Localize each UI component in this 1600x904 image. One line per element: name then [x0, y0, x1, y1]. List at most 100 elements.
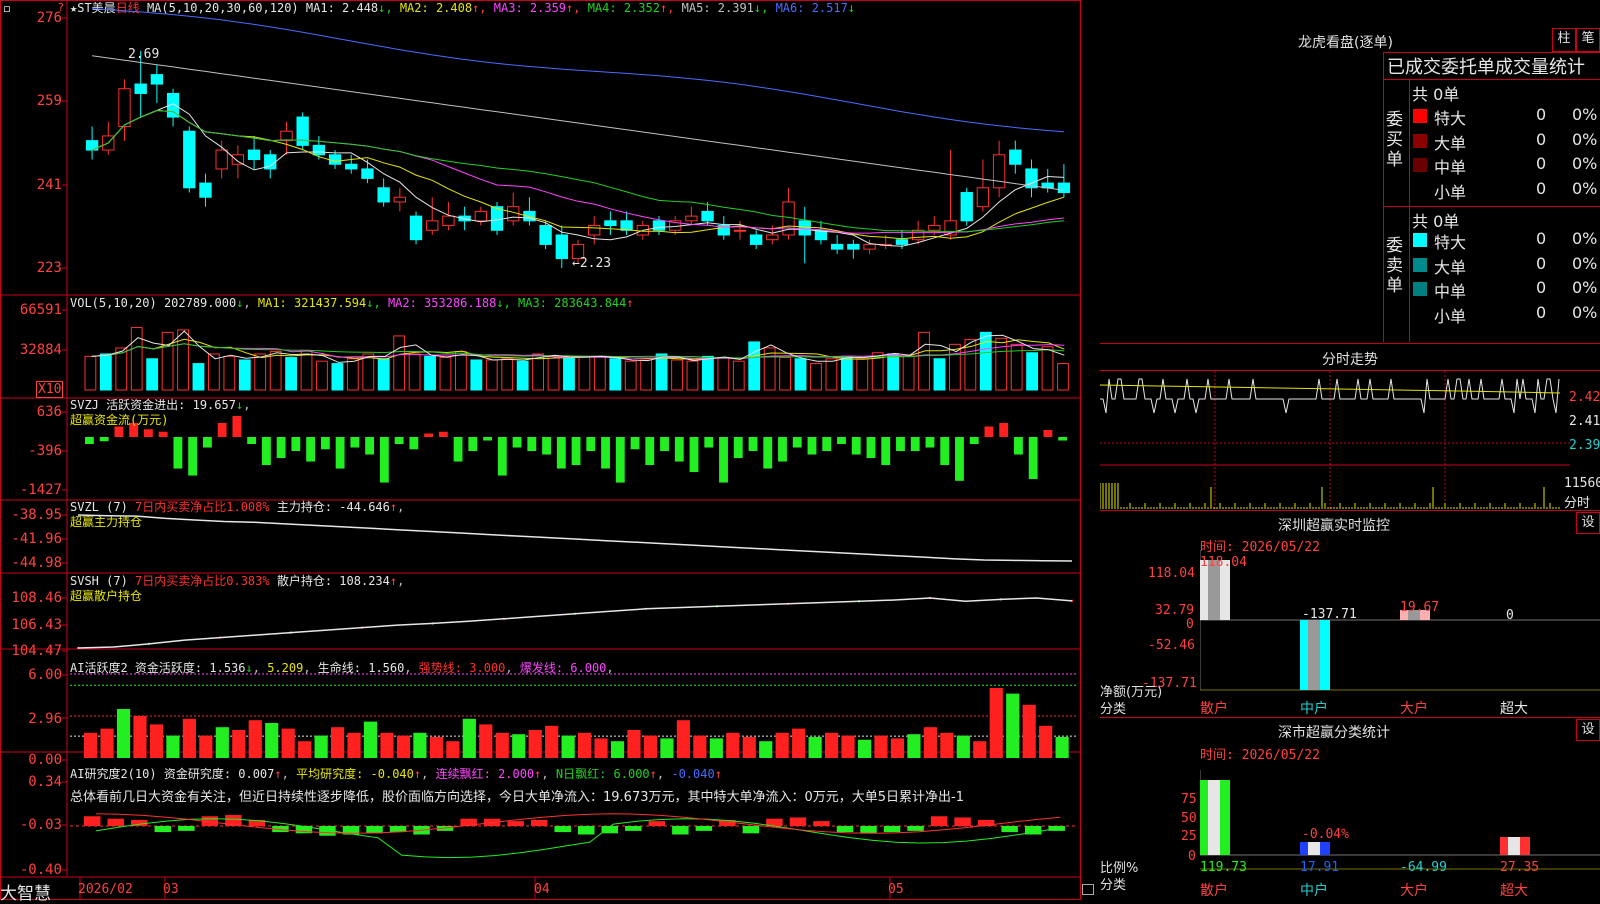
vol-label: VOL(5,10,20) — [70, 296, 157, 310]
capital-flow-bar — [822, 437, 832, 452]
activity-bar — [166, 735, 180, 758]
activity-bar — [281, 728, 295, 758]
activity-bar — [594, 738, 608, 758]
activity-bar — [643, 735, 658, 758]
monitor-y-4: -52.46 — [1148, 638, 1195, 653]
tick-view-button[interactable]: 笔 — [1576, 28, 1600, 52]
ai2-nday: N日飘红: 6.000 — [555, 767, 650, 781]
monitor-category-2: 中户 — [1300, 701, 1328, 717]
candle-body — [928, 225, 941, 231]
sell-row-pct-3: 0% — [1572, 278, 1598, 297]
svsh-label: SVSH (7) — [70, 574, 128, 588]
volume-bar — [238, 359, 251, 391]
volume-bar — [254, 353, 267, 391]
vol-y-2: 32884 — [19, 342, 62, 358]
candle-body — [992, 154, 1006, 189]
buy-row-swatch-2 — [1413, 133, 1427, 148]
monitor-category-4: 超大 — [1500, 701, 1528, 717]
research-bar — [530, 819, 548, 826]
capital-flow-bar — [556, 437, 566, 469]
capital-flow-bar — [586, 437, 596, 452]
research-bar — [836, 826, 854, 833]
buy-row-count-2: 0 — [1536, 129, 1547, 149]
candle-body — [280, 130, 293, 142]
capital-flow-bar — [969, 437, 979, 445]
research-bar — [107, 818, 124, 826]
activity-bar — [232, 730, 246, 758]
classify-settings-button[interactable]: 设 — [1576, 719, 1600, 741]
candle-body — [685, 215, 698, 222]
research-bar — [742, 826, 760, 834]
volume-bar — [578, 355, 591, 391]
candle-body — [474, 210, 487, 222]
volume-bar — [393, 335, 406, 391]
capital-flow-bar — [866, 437, 876, 459]
sell-row-name-4: 小单 — [1434, 306, 1467, 326]
volume-bar — [346, 358, 359, 391]
volume-bar — [177, 329, 189, 391]
ai1-label: AI活跃度2 — [70, 661, 128, 675]
ai2-value5: -0.040 — [671, 767, 715, 781]
capital-flow-bar — [940, 437, 950, 466]
volume-bar — [130, 327, 143, 391]
classify-bottom-value-3: -64.99 — [1400, 860, 1447, 875]
capital-flow-bar — [217, 422, 227, 437]
vol-arrow: ↓ — [236, 296, 244, 310]
buy-row-name-1: 特大 — [1434, 109, 1467, 128]
svzj-y-2: -396 — [28, 443, 62, 459]
right-title: 龙虎看盘(逐单) — [1298, 35, 1393, 51]
volume-bar — [470, 359, 483, 391]
activity-bar — [989, 688, 1003, 758]
activity-bar — [1055, 737, 1069, 758]
activity-bar — [265, 723, 279, 758]
candle-body — [183, 130, 196, 189]
ai2-research: 资金研究度: 0.007 — [163, 767, 275, 781]
buy-row-swatch-1 — [1413, 109, 1427, 123]
ai2-header: AI研究度2(10) 资金研究度: 0.007↑, 平均研究度: -0.040↑… — [70, 767, 722, 781]
monitor-y-3: 0 — [1186, 617, 1194, 632]
ai1-value2: 5.209 — [267, 661, 304, 675]
activity-bar — [709, 738, 723, 758]
activity-bar — [331, 727, 345, 758]
volume-bar — [918, 331, 930, 391]
svsh-y-1: 108.46 — [11, 590, 62, 606]
candle-body — [620, 220, 633, 231]
ai2-y-3: -0.40 — [19, 862, 62, 878]
svsh-header: SVSH (7) 7日内买卖净占比0.383% 散户持仓: 108.234↑, — [70, 574, 405, 588]
vol-ma-value-1: MA1: 321437.594 — [257, 296, 367, 310]
activity-bar — [413, 732, 427, 758]
capital-flow-bar — [306, 437, 316, 462]
activity-bar — [825, 732, 839, 758]
activity-bar — [808, 737, 822, 758]
activity-bar — [693, 735, 707, 758]
retail-holding-line — [77, 597, 1073, 649]
classify-category-2: 中户 — [1300, 883, 1328, 899]
capital-flow-bar — [379, 437, 389, 483]
activity-bar — [792, 728, 806, 758]
candle-body — [911, 229, 925, 241]
capital-flow-bar — [365, 437, 375, 455]
candle-body — [231, 154, 245, 165]
volume-bar — [794, 358, 807, 391]
volume-bar — [331, 363, 344, 391]
buy-row-count-1: 0 — [1536, 105, 1547, 124]
candle-body — [863, 243, 876, 250]
capital-flow-bar — [615, 437, 625, 483]
capital-flow-bar — [955, 437, 964, 481]
capital-flow-bar — [409, 437, 419, 450]
candle-body — [134, 83, 147, 94]
intraday-price-1: 2.425 — [1569, 390, 1600, 405]
monitor-settings-button[interactable]: 设 — [1576, 512, 1600, 534]
capital-flow-bar — [350, 437, 360, 448]
monitor-value-label-2: -137.71 — [1302, 607, 1357, 622]
volume-bar — [84, 355, 97, 391]
activity-bar — [479, 724, 493, 758]
candle-body — [377, 187, 390, 203]
candle-body — [345, 163, 358, 170]
capital-flow-bar — [984, 426, 994, 437]
column-view-button[interactable]: 柱 — [1552, 28, 1576, 52]
volume-bar — [300, 349, 313, 391]
lock-icon[interactable] — [1082, 884, 1094, 895]
activity-bar — [841, 735, 855, 758]
activity-bar — [726, 732, 740, 758]
